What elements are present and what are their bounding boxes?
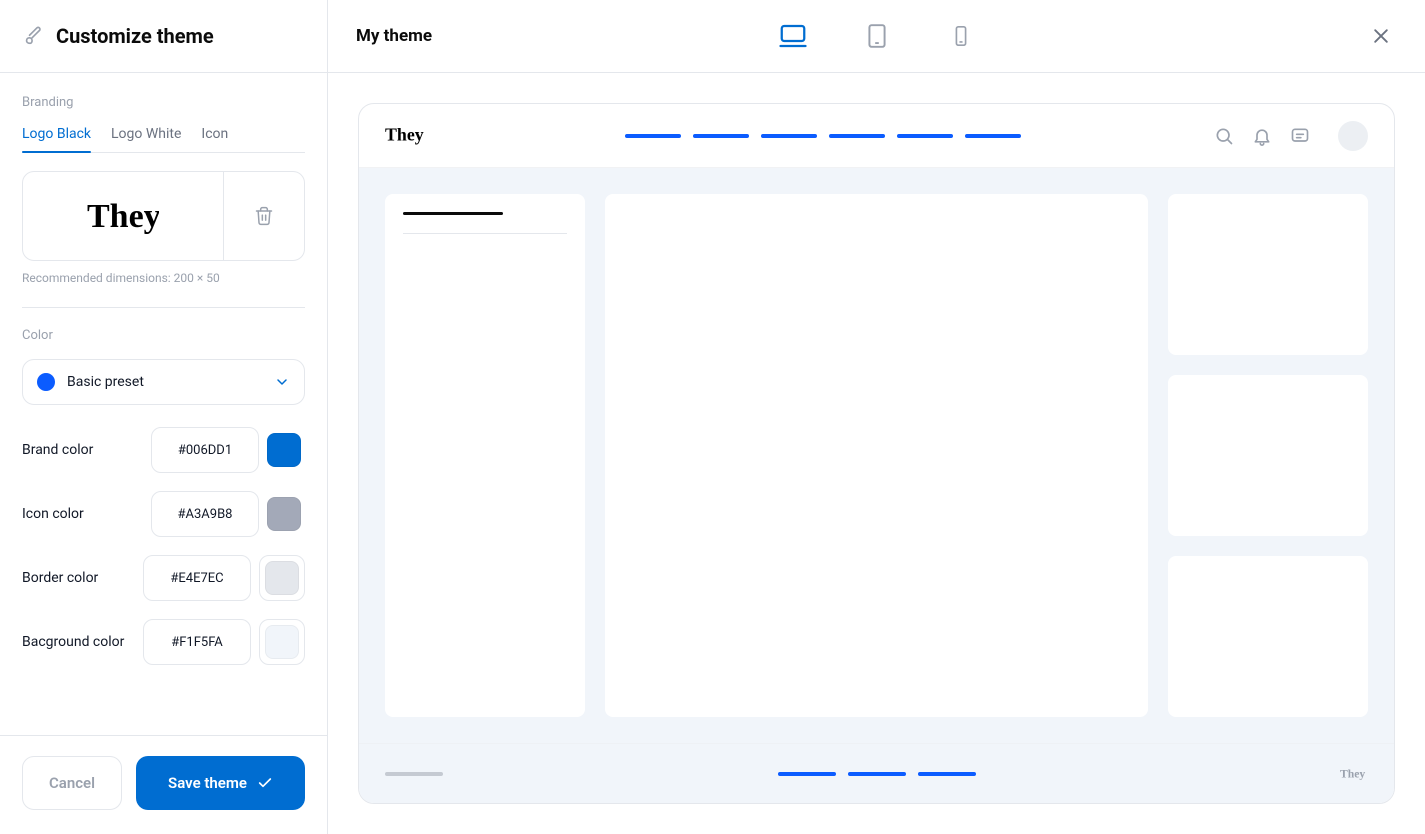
- nav-placeholder: [693, 134, 749, 138]
- message-icon: [1290, 126, 1310, 146]
- theme-name: My theme: [356, 26, 432, 46]
- footer-link-placeholder: [918, 772, 976, 776]
- footer-placeholder: [385, 772, 443, 776]
- nav-placeholder: [625, 134, 681, 138]
- logo-upload-row: They: [22, 171, 305, 261]
- sidebar-separator: [403, 233, 567, 234]
- check-icon: [257, 775, 273, 791]
- divider: [22, 307, 305, 308]
- svg-text:They: They: [87, 198, 159, 235]
- preview-footer-logo: They: [1340, 765, 1368, 783]
- preview-card: [1168, 556, 1368, 717]
- preset-label: Basic preset: [67, 374, 144, 390]
- nav-placeholder: [829, 134, 885, 138]
- cancel-label: Cancel: [49, 774, 95, 792]
- color-row-icon: Icon color #A3A9B8: [22, 491, 305, 537]
- tab-icon[interactable]: Icon: [201, 126, 228, 152]
- search-icon: [1214, 126, 1234, 146]
- swatch-background-wrap[interactable]: [259, 619, 305, 665]
- preview-right-column: [1168, 194, 1368, 717]
- sidebar-footer: Cancel Save theme: [0, 735, 327, 834]
- topbar: My theme: [328, 0, 1425, 73]
- mobile-icon: [950, 21, 972, 51]
- preview-sidebar: [385, 194, 585, 717]
- color-label-background: Bacground color: [22, 634, 143, 650]
- dimensions-hint: Recommended dimensions: 200 × 50: [22, 271, 305, 285]
- footer-center: [778, 772, 976, 776]
- tab-logo-black[interactable]: Logo Black: [22, 126, 91, 152]
- preview-logo: They: [385, 121, 431, 151]
- nav-placeholder: [761, 134, 817, 138]
- avatar: [1338, 121, 1368, 151]
- footer-link-placeholder: [848, 772, 906, 776]
- tablet-icon: [864, 21, 890, 51]
- sidebar: Customize theme Branding Logo Black Logo…: [0, 0, 328, 834]
- preview-card: [1168, 375, 1368, 536]
- device-mobile-button[interactable]: [943, 18, 979, 54]
- preview-header-icons: [1214, 121, 1368, 151]
- preview-main-card: [605, 194, 1148, 717]
- tab-logo-white[interactable]: Logo White: [111, 126, 181, 152]
- color-row-brand: Brand color #006DD1: [22, 427, 305, 473]
- device-tablet-button[interactable]: [859, 18, 895, 54]
- preview-body: [359, 168, 1394, 743]
- swatch-icon[interactable]: [267, 497, 301, 531]
- color-row-border: Border color #E4E7EC: [22, 555, 305, 601]
- preview-footer: They: [359, 743, 1394, 803]
- sidebar-content: Branding Logo Black Logo White Icon They…: [0, 73, 327, 735]
- swatch-border: [265, 561, 299, 595]
- color-input-brand[interactable]: #006DD1: [151, 427, 259, 473]
- brush-icon: [22, 25, 44, 47]
- save-button[interactable]: Save theme: [136, 756, 305, 810]
- nav-placeholder: [897, 134, 953, 138]
- delete-logo-button[interactable]: [224, 172, 304, 260]
- sidebar-header: Customize theme: [0, 0, 327, 73]
- branding-section-label: Branding: [22, 95, 305, 110]
- device-toggle: [775, 18, 979, 54]
- color-input-background[interactable]: #F1F5FA: [143, 619, 251, 665]
- color-section-label: Color: [22, 328, 305, 343]
- svg-text:They: They: [385, 124, 424, 144]
- bell-icon: [1252, 126, 1272, 146]
- preset-dot: [37, 373, 55, 391]
- logo-they: They: [87, 193, 159, 239]
- preview-frame: They: [358, 103, 1395, 804]
- sidebar-title: Customize theme: [56, 24, 214, 48]
- swatch-border-wrap[interactable]: [259, 555, 305, 601]
- swatch-brand[interactable]: [267, 433, 301, 467]
- desktop-icon: [778, 21, 808, 51]
- color-input-border[interactable]: #E4E7EC: [143, 555, 251, 601]
- color-label-border: Border color: [22, 570, 143, 586]
- sidebar-line-placeholder: [403, 212, 503, 215]
- color-row-background: Bacground color #F1F5FA: [22, 619, 305, 665]
- logo-preview[interactable]: They: [23, 172, 224, 260]
- preview-card: [1168, 194, 1368, 355]
- nav-placeholder: [965, 134, 1021, 138]
- footer-link-placeholder: [778, 772, 836, 776]
- trash-icon: [254, 206, 274, 226]
- preview-header: They: [359, 104, 1394, 168]
- chevron-down-icon: [274, 374, 290, 390]
- swatch-background: [265, 625, 299, 659]
- cancel-button[interactable]: Cancel: [22, 756, 122, 810]
- color-input-icon[interactable]: #A3A9B8: [151, 491, 259, 537]
- save-label: Save theme: [168, 774, 247, 792]
- close-button[interactable]: [1365, 20, 1397, 52]
- preview-nav: [625, 134, 1021, 138]
- preset-select[interactable]: Basic preset: [22, 359, 305, 405]
- svg-text:They: They: [1340, 767, 1365, 780]
- color-label-brand: Brand color: [22, 442, 151, 458]
- main: My theme: [328, 0, 1425, 834]
- branding-tabs: Logo Black Logo White Icon: [22, 126, 305, 153]
- device-desktop-button[interactable]: [775, 18, 811, 54]
- close-icon: [1371, 26, 1391, 46]
- preview-canvas: They: [328, 73, 1425, 834]
- color-label-icon: Icon color: [22, 506, 151, 522]
